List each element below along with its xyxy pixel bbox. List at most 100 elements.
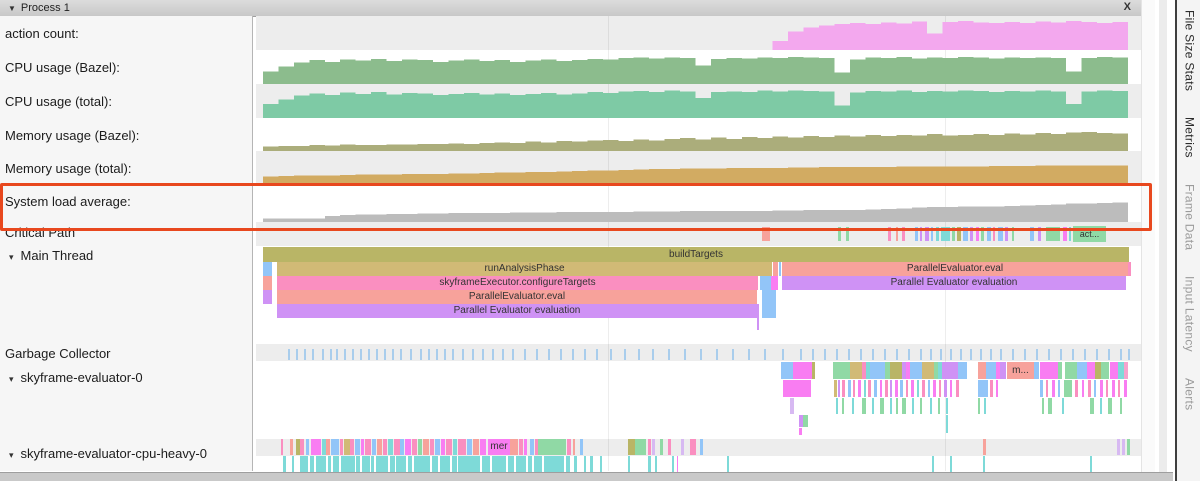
trace-event[interactable]: [263, 290, 272, 304]
trace-event[interactable]: [838, 380, 840, 397]
trace-event[interactable]: [1094, 380, 1096, 397]
thread-label-skyframe-evaluator-0[interactable]: ▾skyframe-evaluator-0: [9, 370, 143, 385]
trace-event[interactable]: [372, 439, 376, 455]
trace-event[interactable]: [390, 456, 395, 472]
trace-event[interactable]: [377, 439, 382, 455]
trace-event[interactable]: [978, 362, 986, 379]
trace-event[interactable]: [516, 456, 526, 472]
trace-event[interactable]: [435, 439, 440, 455]
trace-event[interactable]: [790, 398, 794, 414]
trace-event[interactable]: [350, 439, 354, 455]
trace-event[interactable]: [1100, 380, 1103, 397]
trace-event[interactable]: [519, 439, 523, 455]
trace-event[interactable]: [440, 456, 450, 472]
trace-event[interactable]: [1052, 380, 1055, 397]
trace-event[interactable]: [458, 456, 480, 472]
trace-event[interactable]: [310, 456, 314, 472]
trace-event[interactable]: [580, 439, 583, 455]
trace-event[interactable]: [874, 380, 877, 397]
collapse-icon[interactable]: ▾: [9, 252, 14, 262]
trace-event[interactable]: [1088, 380, 1091, 397]
trace-event[interactable]: [467, 439, 472, 455]
trace-event[interactable]: [781, 362, 793, 379]
trace-event[interactable]: [1046, 227, 1060, 241]
trace-event[interactable]: [652, 439, 655, 455]
trace-event[interactable]: [928, 380, 930, 397]
trace-event[interactable]: [573, 439, 575, 455]
trace-event[interactable]: [993, 227, 995, 241]
trace-event[interactable]: [930, 398, 932, 414]
trace-event[interactable]: [1048, 398, 1052, 414]
trace-event[interactable]: [958, 362, 967, 379]
trace-event[interactable]: [998, 227, 1003, 241]
trace-event[interactable]: [922, 362, 934, 379]
trace-event[interactable]: [862, 398, 866, 414]
trace-event[interactable]: [412, 439, 417, 455]
trace-event[interactable]: [978, 398, 980, 414]
trace-event[interactable]: [900, 380, 903, 397]
trace-event[interactable]: [915, 227, 918, 241]
trace-event[interactable]: [648, 456, 651, 472]
trace-event[interactable]: [1106, 380, 1108, 397]
trace-event[interactable]: [1069, 227, 1071, 241]
trace-event-runAnalysisPhase[interactable]: runAnalysisPhase: [277, 262, 772, 276]
trace-event[interactable]: [567, 439, 571, 455]
trace-event[interactable]: [361, 439, 364, 455]
trace-event[interactable]: [1042, 398, 1044, 414]
trace-event[interactable]: [528, 456, 532, 472]
trace-event[interactable]: [1062, 398, 1064, 414]
trace-event[interactable]: [283, 456, 286, 472]
trace-event[interactable]: [888, 227, 891, 241]
trace-event[interactable]: [872, 398, 874, 414]
trace-event[interactable]: [371, 456, 374, 472]
trace-event[interactable]: [396, 456, 406, 472]
trace-event[interactable]: [812, 362, 815, 379]
horizontal-scrollbar[interactable]: [0, 472, 1173, 481]
trace-event[interactable]: [950, 380, 952, 397]
trace-event[interactable]: [1108, 398, 1112, 414]
trace-event[interactable]: [1058, 362, 1062, 379]
trace-event[interactable]: [779, 262, 781, 276]
trace-event[interactable]: [1100, 398, 1102, 414]
trace-event[interactable]: [648, 439, 651, 455]
trace-event[interactable]: [771, 276, 778, 290]
trace-event[interactable]: [846, 227, 849, 241]
trace-event[interactable]: [458, 439, 466, 455]
trace-event[interactable]: [441, 439, 445, 455]
trace-event[interactable]: [1120, 398, 1122, 414]
trace-event[interactable]: [1122, 439, 1125, 455]
trace-event[interactable]: [1064, 380, 1072, 397]
trace-event[interactable]: [870, 362, 885, 379]
trace-event[interactable]: [890, 362, 902, 379]
trace-event[interactable]: [1112, 380, 1115, 397]
trace-event[interactable]: [987, 227, 991, 241]
trace-event[interactable]: [681, 439, 684, 455]
trace-event[interactable]: [842, 398, 844, 414]
trace-event[interactable]: [963, 227, 968, 241]
trace-event[interactable]: [388, 439, 393, 455]
trace-event[interactable]: [1090, 456, 1092, 472]
trace-event[interactable]: [660, 439, 663, 455]
trace-event[interactable]: [727, 456, 729, 472]
trace-event[interactable]: [978, 380, 988, 397]
trace-event[interactable]: [952, 227, 955, 241]
trace-event[interactable]: [1040, 362, 1058, 379]
sidebar-tab-alerts[interactable]: Alerts: [1181, 368, 1197, 410]
trace-event[interactable]: [584, 456, 586, 472]
trace-event[interactable]: [1117, 439, 1120, 455]
trace-event[interactable]: [530, 439, 534, 455]
trace-event[interactable]: [1012, 227, 1014, 241]
trace-event[interactable]: [1110, 362, 1118, 379]
trace-event[interactable]: [946, 415, 948, 433]
trace-event[interactable]: [799, 428, 802, 435]
trace-event[interactable]: [852, 398, 854, 414]
trace-event[interactable]: [326, 439, 330, 455]
trace-event[interactable]: [917, 380, 919, 397]
trace-event[interactable]: [1030, 227, 1034, 241]
trace-event[interactable]: [263, 262, 272, 276]
trace-event[interactable]: [760, 276, 771, 290]
trace-event[interactable]: [432, 456, 438, 472]
trace-event[interactable]: [941, 227, 950, 241]
counter-area-chart[interactable]: [263, 151, 1128, 184]
trace-event[interactable]: [890, 380, 892, 397]
